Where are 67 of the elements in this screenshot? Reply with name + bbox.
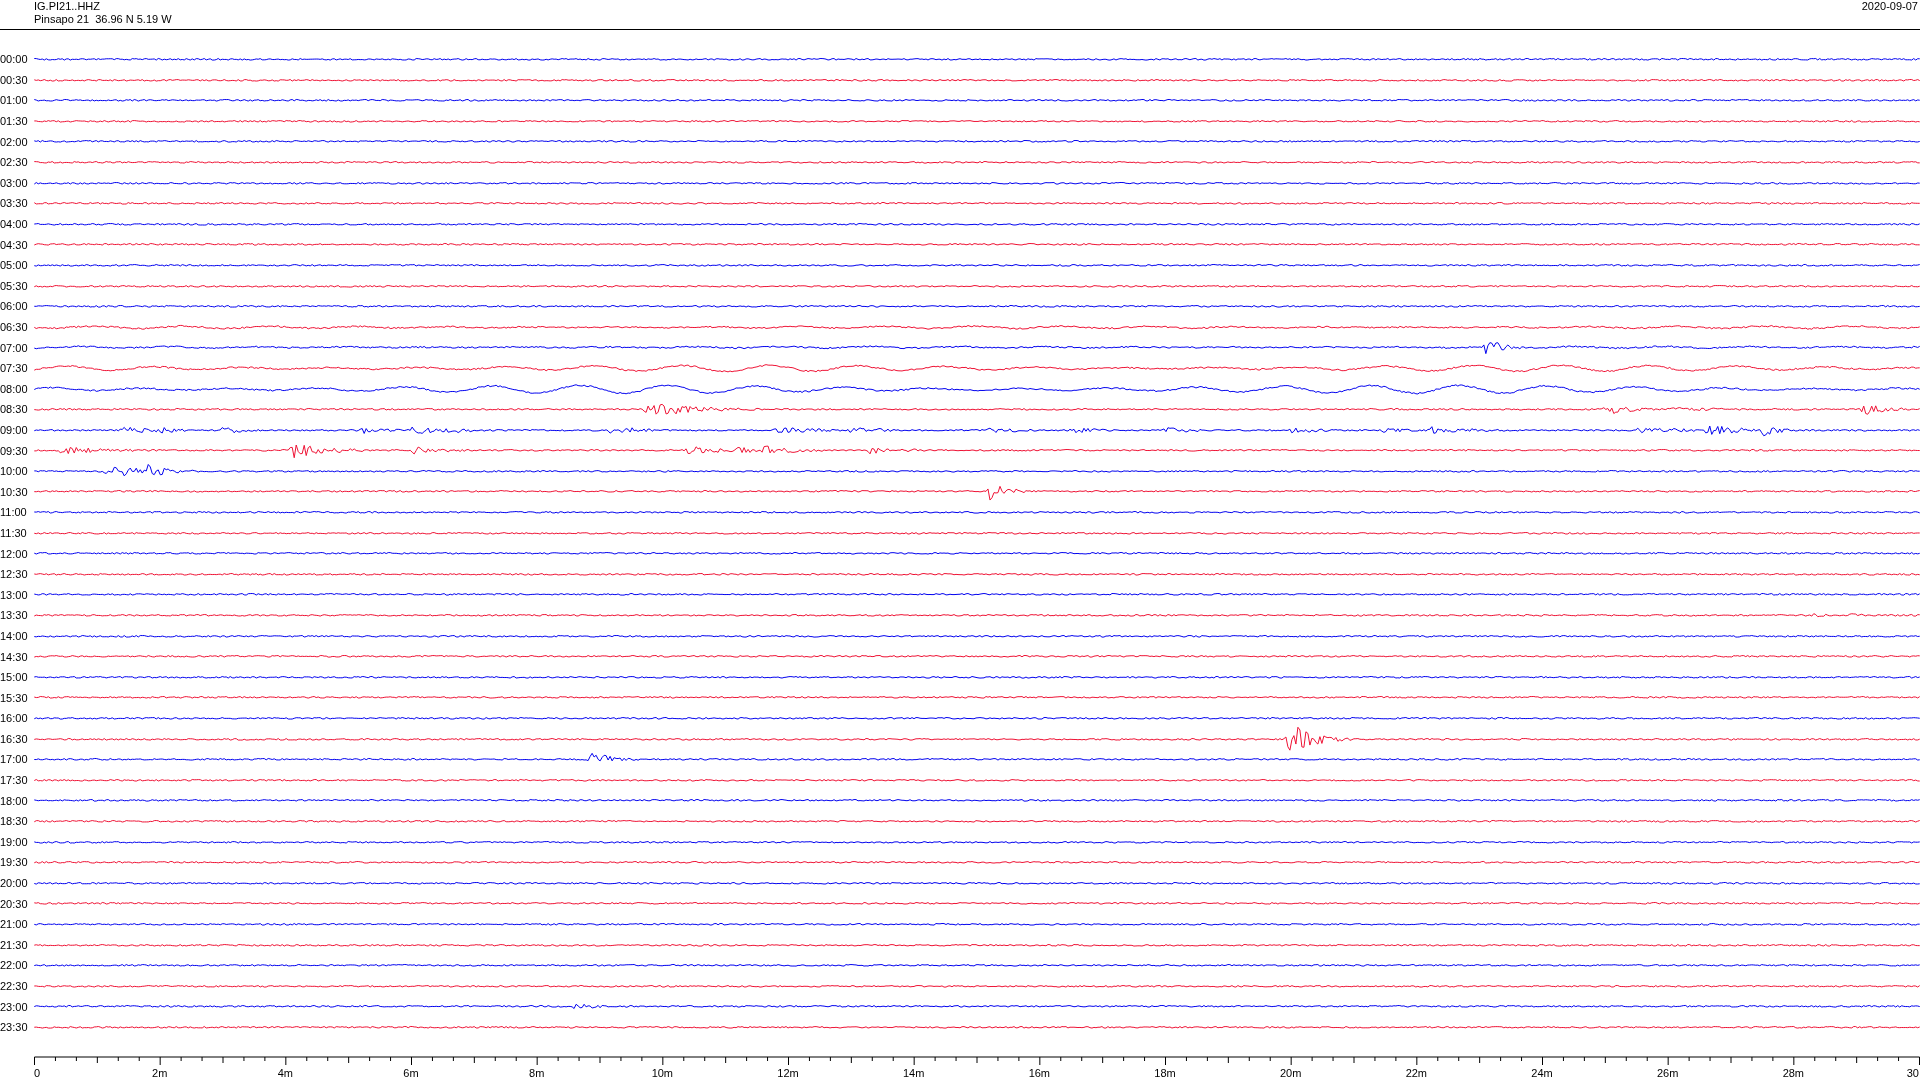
time-label: 21:30 <box>0 938 29 951</box>
axis-label: 10m <box>651 1066 674 1079</box>
time-label: 09:30 <box>0 444 29 457</box>
time-label: 22:30 <box>0 980 29 992</box>
time-label: 08:00 <box>0 382 29 395</box>
axis-label: 24m <box>1531 1066 1553 1079</box>
axis-label: 18m <box>1154 1066 1176 1079</box>
time-label: 19:00 <box>0 835 29 848</box>
time-label: 02:30 <box>0 156 29 169</box>
time-label: 18:00 <box>0 794 29 807</box>
time-label: 17:30 <box>0 774 29 787</box>
axis-label: 8m <box>529 1066 545 1079</box>
time-label: 14:30 <box>0 650 29 663</box>
time-label: 07:30 <box>0 362 29 375</box>
channel-code: IG.PI21..HHZ <box>34 0 102 13</box>
time-label: 23:00 <box>0 1000 29 1013</box>
time-label: 20:30 <box>0 897 29 910</box>
time-label: 20:00 <box>0 877 29 890</box>
time-label: 07:00 <box>0 341 29 354</box>
time-label: 12:30 <box>0 568 29 581</box>
time-label: 16:30 <box>0 732 29 745</box>
time-label: 09:00 <box>0 424 29 436</box>
time-label: 13:30 <box>0 609 29 622</box>
time-label: 01:00 <box>0 94 29 107</box>
time-label: 03:00 <box>0 176 29 189</box>
time-label: 17:00 <box>0 753 29 766</box>
axis-label: 6m <box>403 1066 419 1079</box>
axis-label: 14m <box>902 1066 925 1079</box>
axis-label: 22m <box>1405 1066 1428 1079</box>
time-label: 06:30 <box>0 321 29 333</box>
time-label: 21:00 <box>0 918 29 931</box>
time-label: 04:00 <box>0 218 29 231</box>
time-label: 06:00 <box>0 300 29 313</box>
time-label: 13:00 <box>0 588 29 601</box>
time-label: 00:00 <box>0 53 29 66</box>
time-label: 08:30 <box>0 403 29 416</box>
time-label: 16:00 <box>0 712 29 725</box>
axis-label: 2m <box>152 1066 168 1079</box>
time-label: 14:00 <box>0 629 29 642</box>
date-label: 2020-09-07 <box>1861 0 1918 13</box>
time-label: 05:00 <box>0 259 29 272</box>
time-label: 05:30 <box>0 279 29 292</box>
axis-label: 26m <box>1656 1066 1679 1079</box>
time-label: 23:30 <box>0 1021 29 1034</box>
axis-label: 30 <box>1906 1066 1919 1079</box>
time-label: 01:30 <box>0 115 29 128</box>
axis-label: 4m <box>277 1066 293 1079</box>
time-label: 10:00 <box>0 465 29 478</box>
time-label: 02:00 <box>0 135 29 148</box>
time-label: 03:30 <box>0 197 29 210</box>
time-label: 12:00 <box>0 547 29 560</box>
axis-label: 28m <box>1782 1066 1805 1079</box>
axis-label: 16m <box>1028 1066 1051 1079</box>
time-label: 15:30 <box>0 691 29 704</box>
axis-label: 0 <box>34 1066 41 1079</box>
time-label: 04:30 <box>0 238 29 251</box>
station-info: Pinsapo 21 36.96 N 5.19 W <box>34 13 172 26</box>
time-label: 10:30 <box>0 485 29 498</box>
time-label: 11:30 <box>0 526 28 539</box>
time-label: 00:30 <box>0 73 29 86</box>
axis-label: 12m <box>777 1066 799 1079</box>
time-label: 11:00 <box>0 506 28 519</box>
time-label: 19:30 <box>0 856 29 869</box>
axis-label: 20m <box>1279 1066 1302 1079</box>
time-label: 22:00 <box>0 959 29 972</box>
time-label: 18:30 <box>0 815 29 828</box>
time-label: 15:00 <box>0 671 29 684</box>
